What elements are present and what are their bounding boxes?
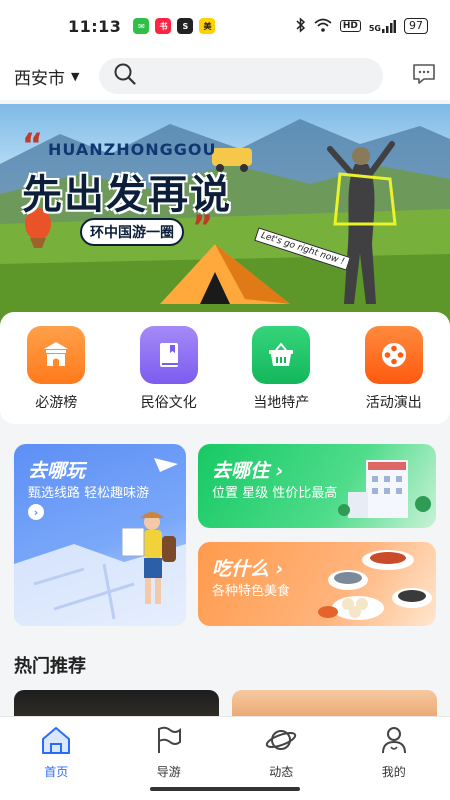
tab-home[interactable]: 首页 [21,725,91,800]
what-to-eat-card[interactable]: 吃什么 › 各种特色美食 [198,542,436,626]
basket-icon [252,326,311,384]
notification-app-icons: ✉ 书 S 美 [133,18,216,34]
category-grid: 必游榜 民俗文化 当地特产 活动演出 [0,312,450,424]
home-indicator[interactable] [150,787,300,791]
flag-icon [154,725,184,759]
banner-subline: 环中国游一圈 [80,218,184,246]
status-bar: 11:13 ✉ 书 S 美 HD 5G 97 [0,0,450,52]
banner-tag: HUANZHONGGOU [48,140,217,159]
quote-open-icon: “ [22,126,44,164]
where-to-play-card[interactable]: 去哪玩 甄选线路 轻松趣味游 › [14,444,186,626]
food-illustration [318,550,432,620]
status-indicators: HD 5G 97 [296,16,428,36]
traveler-map-illustration [14,458,186,626]
city-selector[interactable]: 西安市 ▼ [14,64,79,89]
tab-profile[interactable]: 我的 [359,725,429,800]
city-name: 西安市 [14,68,65,89]
user-icon [379,725,409,759]
status-time: 11:13 [68,16,122,36]
hotel-illustration [338,460,431,518]
promo-banner[interactable]: “ HUANZHONGGOU 先出发再说 环中国游一圈 ” Let's go r… [0,104,450,326]
battery-indicator: 97 [404,18,428,34]
meituan-app-icon: 美 [199,18,216,34]
where-to-stay-card[interactable]: 去哪住 › 位置 星级 性价比最高 [198,444,436,528]
signal-icon: 5G [368,19,396,33]
chat-bubble-icon [411,62,437,90]
category-events-shows[interactable]: 活动演出 [346,326,442,424]
hd-icon: HD [339,20,361,32]
tab-label: 我的 [381,765,406,779]
category-must-visit[interactable]: 必游榜 [8,326,104,424]
film-reel-icon [364,326,423,384]
section-title-recommend: 热门推荐 [14,656,86,677]
message-button[interactable] [410,62,438,90]
search-icon [113,62,137,90]
quote-close-icon: ” [192,208,214,246]
category-folk-culture[interactable]: 民俗文化 [121,326,217,424]
bluetooth-icon [296,16,306,36]
xiaohongshu-app-icon: 书 [155,18,172,34]
tab-label: 动态 [269,765,294,779]
book-icon [139,326,198,384]
app-s-icon: S [177,18,194,34]
category-label: 民俗文化 [140,395,197,411]
caret-down-icon: ▼ [71,69,80,83]
tab-label: 导游 [156,765,181,779]
category-local-specialty[interactable]: 当地特产 [233,326,329,424]
wifi-icon [314,18,332,35]
messages-app-icon: ✉ [133,18,150,34]
category-label: 当地特产 [253,395,310,411]
home-icon [40,725,72,759]
top-header: 西安市 ▼ [0,52,450,100]
landmark-icon [27,326,86,384]
app-screen: 11:13 ✉ 书 S 美 HD 5G 97 西安市 ▼ “ HUANZHONG… [0,0,450,800]
planet-icon [265,725,297,759]
category-label: 必游榜 [35,395,78,411]
search-input[interactable] [99,58,384,94]
network-type: 5G [368,23,381,33]
tab-label: 首页 [44,765,69,779]
category-label: 活动演出 [365,395,422,411]
